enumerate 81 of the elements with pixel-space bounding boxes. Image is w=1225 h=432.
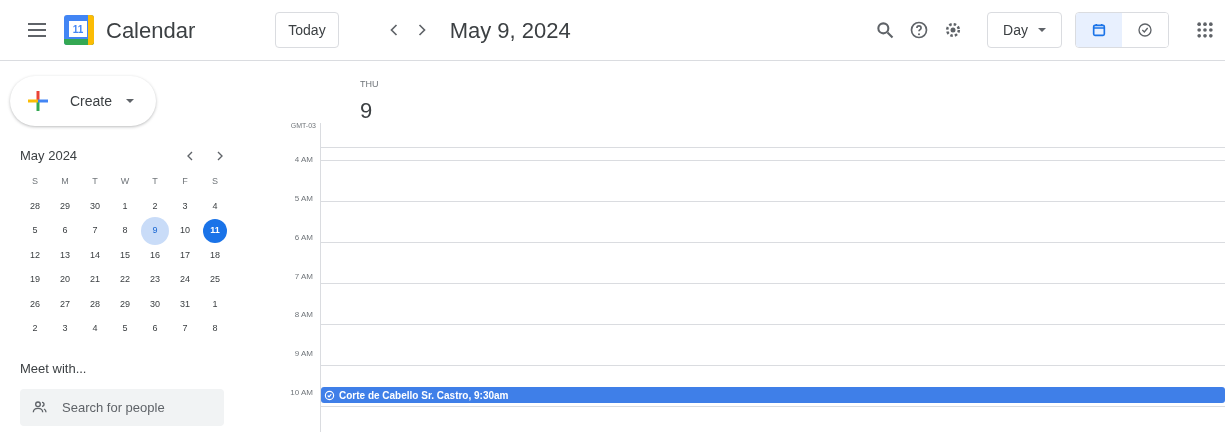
day-cell[interactable]: 24 xyxy=(173,267,197,292)
day-cell[interactable]: 21 xyxy=(83,267,107,292)
day-cell[interactable]: 19 xyxy=(23,267,47,292)
day-cell[interactable]: 22 xyxy=(113,267,137,292)
day-cell[interactable]: 13 xyxy=(53,243,77,268)
day-cell[interactable]: 14 xyxy=(83,243,107,268)
day-cell[interactable]: 29 xyxy=(113,292,137,317)
day-cell[interactable]: 23 xyxy=(143,267,167,292)
caret-icon xyxy=(1037,28,1046,32)
calendar-logo: 11 xyxy=(64,15,94,45)
apps-grid-icon[interactable] xyxy=(1195,20,1215,40)
calendar-icon[interactable] xyxy=(1091,22,1107,38)
day-cell[interactable]: 4 xyxy=(83,316,107,341)
day-cell[interactable]: 25 xyxy=(203,267,227,292)
today-button[interactable]: Today xyxy=(275,12,339,48)
day-cell[interactable]: 27 xyxy=(53,292,77,317)
day-cell[interactable]: 26 xyxy=(23,292,47,317)
help-icon[interactable] xyxy=(909,20,929,40)
check-circle-icon[interactable] xyxy=(1137,22,1153,38)
check-circle-icon xyxy=(324,389,335,401)
day-cell[interactable]: 8 xyxy=(203,316,227,341)
event-chip[interactable]: Corte de Cabello Sr. Castro, 9:30am xyxy=(321,387,1225,403)
day-cell[interactable]: 30 xyxy=(143,292,167,317)
day-cell[interactable]: 1 xyxy=(113,194,137,219)
hour-label: 9 AM xyxy=(294,349,313,360)
day-cell[interactable]: 30 xyxy=(83,194,107,219)
day-cell[interactable]: 31 xyxy=(173,292,197,317)
settings-icon[interactable] xyxy=(943,20,963,40)
weekday-label: T xyxy=(91,175,99,189)
day-cell[interactable]: 20 xyxy=(53,267,77,292)
day-cell[interactable]: 6 xyxy=(143,316,167,341)
date-title: May 9, 2024 xyxy=(449,16,571,45)
day-number[interactable]: 9 xyxy=(360,99,379,122)
month-title: May 2024 xyxy=(20,147,79,166)
day-cell[interactable]: 17 xyxy=(173,243,197,268)
weekday-label: M xyxy=(60,175,70,189)
day-cell[interactable]: 3 xyxy=(53,316,77,341)
day-cell[interactable]: 2 xyxy=(23,316,47,341)
day-cell[interactable]: 12 xyxy=(23,243,47,268)
day-cell[interactable]: 3 xyxy=(173,194,197,219)
search-people-field[interactable]: Search for people xyxy=(20,388,224,426)
day-cell[interactable]: 8 xyxy=(113,218,137,243)
day-cell[interactable]: 28 xyxy=(83,292,107,317)
weekday-label: F xyxy=(181,175,189,189)
hour-label: 6 AM xyxy=(294,232,313,243)
create-button[interactable]: Create xyxy=(10,76,157,126)
calendar-view-button[interactable] xyxy=(1076,13,1122,47)
search-icon[interactable] xyxy=(875,20,895,40)
day-cell[interactable]: 15 xyxy=(113,243,137,268)
day-cell[interactable]: 11 xyxy=(203,218,227,243)
day-cell[interactable]: 4 xyxy=(203,194,227,219)
weekday-label: S xyxy=(211,175,219,189)
day-cell[interactable]: 7 xyxy=(173,316,197,341)
hour-label: 5 AM xyxy=(294,193,313,204)
caret-icon xyxy=(126,99,135,103)
day-cell[interactable]: 9 xyxy=(143,218,167,243)
day-cell[interactable]: 18 xyxy=(203,243,227,268)
hour-label: 4 AM xyxy=(294,155,313,165)
day-cell[interactable]: 28 xyxy=(23,194,47,219)
day-cell[interactable]: 5 xyxy=(113,316,137,341)
day-cell[interactable]: 29 xyxy=(53,194,77,219)
hour-label: 8 AM xyxy=(294,310,313,321)
day-cell[interactable]: 5 xyxy=(23,218,47,243)
hour-label: 7 AM xyxy=(294,271,313,282)
view-select[interactable]: Day xyxy=(987,12,1062,48)
plus-icon xyxy=(26,89,50,113)
app-title: Calendar xyxy=(106,16,196,45)
day-cell[interactable]: 2 xyxy=(143,194,167,219)
day-cell[interactable]: 16 xyxy=(143,243,167,268)
weekday-heading: THU xyxy=(360,78,379,91)
people-icon xyxy=(32,398,48,415)
day-cell[interactable]: 7 xyxy=(83,218,107,243)
day-cell[interactable]: 10 xyxy=(173,218,197,243)
day-cell[interactable]: 1 xyxy=(203,292,227,317)
weekday-label: S xyxy=(31,175,39,189)
hour-label: 10 AM xyxy=(290,388,313,399)
event-title: Corte de Cabello Sr. Castro, 9:30am xyxy=(339,388,509,403)
day-cell[interactable]: 6 xyxy=(53,218,77,243)
weekday-label: W xyxy=(119,175,131,189)
meet-with-heading: Meet with... xyxy=(20,360,88,378)
weekday-label: T xyxy=(151,175,159,189)
